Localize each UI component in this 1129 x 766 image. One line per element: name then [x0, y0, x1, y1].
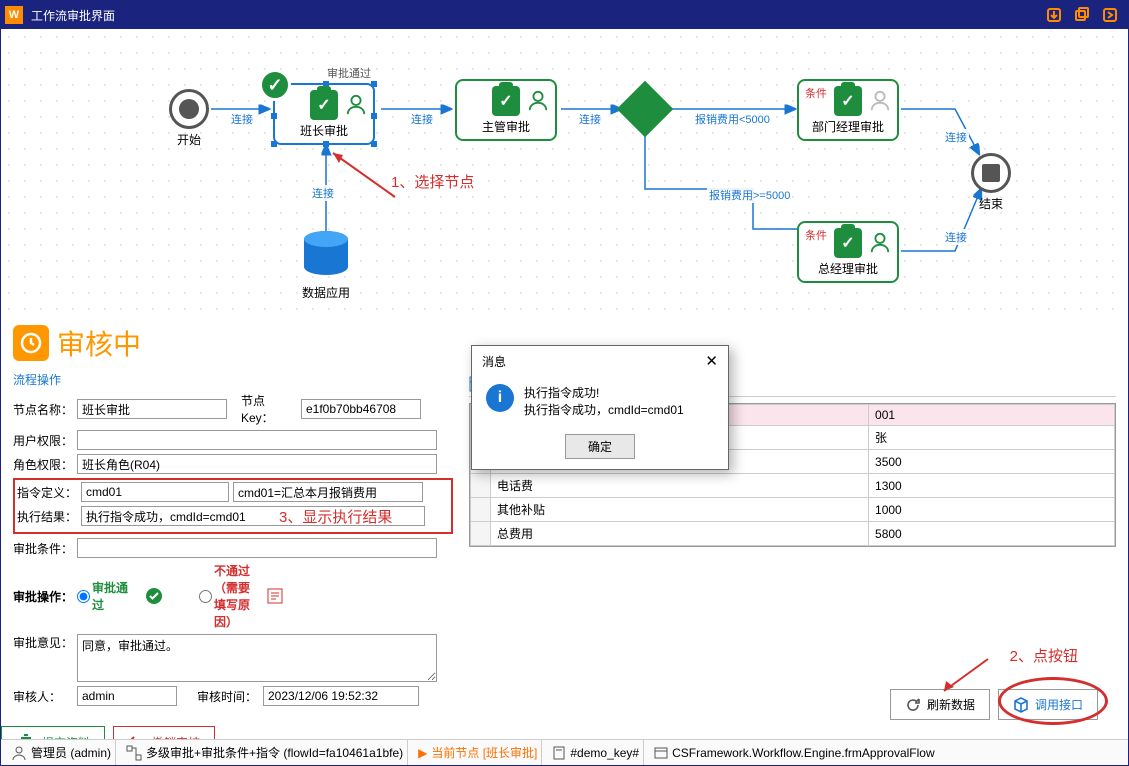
key-icon [552, 746, 566, 760]
user-perm-field[interactable] [77, 430, 437, 450]
edge-label: 连接 [409, 111, 435, 127]
titlebar: W 工作流审批界面 [1, 1, 1128, 29]
check-icon [145, 587, 163, 605]
flow-icon [126, 745, 142, 761]
maximize-button[interactable] [1070, 5, 1094, 25]
minimize-button[interactable] [1042, 5, 1066, 25]
window-icon [654, 746, 668, 760]
node-key-field[interactable] [301, 399, 421, 419]
annotation-2: 2、点按钮 [1010, 645, 1078, 666]
cmd-result-box: 指令定义： 执行结果： 3、显示执行结果 [13, 478, 453, 534]
person-icon [869, 89, 891, 116]
edge-label: 连接 [577, 111, 603, 127]
task-node-1[interactable]: 审批通过 ✓ 班长审批 ✓ [273, 65, 375, 145]
edge-label: 报销费用>=5000 [707, 187, 792, 203]
user-icon [11, 745, 27, 761]
message-dialog: 消息 ✕ i 执行指令成功! 执行指令成功，cmdId=cmd01 确定 [471, 345, 729, 470]
edge-label: 连接 [310, 185, 336, 201]
approve-cond-field[interactable] [77, 538, 437, 558]
clock-icon [13, 325, 49, 361]
workflow-canvas[interactable]: 连接 连接 连接 报销费用<5000 报销费用>=5000 连接 连接 连接 开… [1, 29, 1128, 319]
app-logo: W [5, 6, 23, 24]
gateway-node[interactable] [625, 89, 665, 129]
close-button[interactable] [1098, 5, 1122, 25]
annotation-3: 3、显示执行结果 [279, 506, 392, 527]
approver-field[interactable] [77, 686, 177, 706]
end-node[interactable]: 结束 [971, 153, 1011, 212]
note-icon [267, 588, 283, 604]
refresh-button[interactable]: 刷新数据 [890, 689, 990, 720]
cmd-id-field[interactable] [81, 482, 229, 502]
approve-time-field[interactable] [263, 686, 419, 706]
dialog-ok-button[interactable]: 确定 [565, 434, 635, 459]
task-node-4[interactable]: 条件 ✓ 总经理审批 [797, 221, 899, 283]
role-perm-field[interactable] [77, 454, 437, 474]
fail-radio[interactable]: 不通过（需要填写原因） [199, 562, 259, 630]
data-app-node[interactable]: 数据应用 [301, 229, 351, 301]
window-title: 工作流审批界面 [31, 7, 1040, 24]
edge-label: 连接 [943, 229, 969, 245]
task-node-2[interactable]: ✓ 主管审批 [455, 79, 557, 141]
dialog-title: 消息 [482, 353, 506, 370]
annotation-1: 1、选择节点 [391, 171, 474, 192]
check-badge-icon: ✓ [259, 69, 291, 101]
start-node[interactable]: 开始 [169, 89, 209, 148]
node-name-field[interactable] [77, 399, 227, 419]
edge-label: 报销费用<5000 [693, 111, 772, 127]
task-node-3[interactable]: 条件 ✓ 部门经理审批 [797, 79, 899, 141]
person-icon [345, 93, 367, 120]
form-panel: 流程操作 节点名称： 节点Key： 用户权限： 角色权限： 指令定义： 执行结果… [13, 371, 453, 710]
edge-label: 连接 [943, 129, 969, 145]
opinion-textarea[interactable] [77, 634, 437, 682]
pass-radio[interactable]: 审批通过 [77, 579, 137, 613]
invoke-button[interactable]: 调用接口 [998, 689, 1098, 720]
edge-label: 连接 [229, 111, 255, 127]
person-icon [527, 89, 549, 116]
info-icon: i [486, 384, 514, 412]
dialog-close-button[interactable]: ✕ [705, 352, 718, 370]
cmd-desc-field[interactable] [233, 482, 423, 502]
statusbar: 管理员 (admin) 多级审批+审批条件+指令 (flowId=fa10461… [1, 739, 1128, 765]
person-icon [869, 231, 891, 258]
